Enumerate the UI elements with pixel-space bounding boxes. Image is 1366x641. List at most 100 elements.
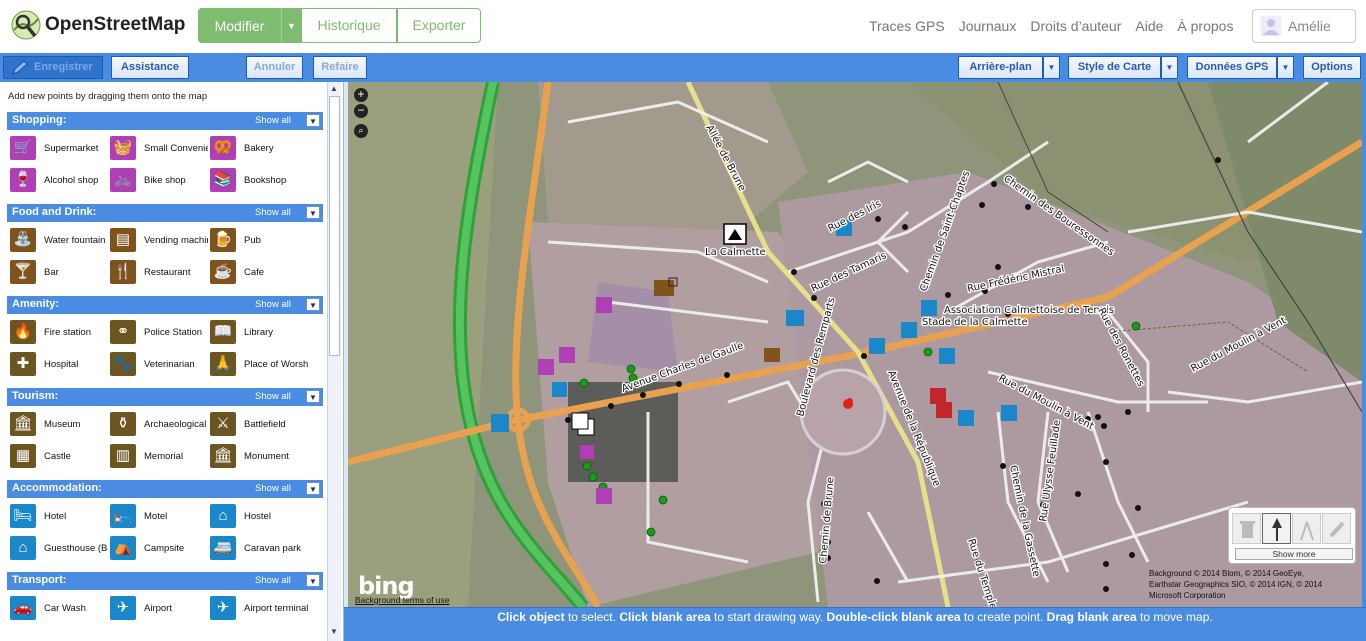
palette-item[interactable]: 🛌 Motel [110,504,210,530]
palette-item[interactable]: ☕ Cafe [210,260,310,286]
palette-item-label: Supermarket [44,143,99,154]
collapse-toggle-icon[interactable]: ▼ [306,390,320,403]
gps-data-button[interactable]: Données GPS [1187,56,1277,79]
palette-item[interactable]: ⚔ Battlefield [210,412,310,438]
palette-item[interactable]: ▥ Memorial [110,444,210,470]
nav-copyright[interactable]: Droits d’auteur [1030,18,1121,34]
collapse-toggle-icon[interactable]: ▼ [306,206,320,219]
palette-item[interactable]: 🍸 Bar [10,260,110,286]
palette-item[interactable]: 🍴 Restaurant [110,260,210,286]
export-button[interactable]: Exporter [397,8,481,43]
fountain-icon: ⛲ [10,228,36,252]
gps-compass-icon[interactable] [1292,513,1321,544]
palette-item[interactable]: 🚐 Caravan park [210,536,310,562]
nav-gps-traces[interactable]: Traces GPS [869,18,945,34]
palette-item-label: Place of Worship [244,359,308,370]
palette-item[interactable]: 🛒 Supermarket [10,136,110,162]
scroll-up-arrow-icon[interactable]: ▲ [330,84,338,93]
palette-item[interactable]: 🙏 Place of Worship [210,352,310,378]
palette-item[interactable]: 🛏 Hotel [10,504,110,530]
palette-item[interactable]: ▦ Castle [10,444,110,470]
palette-item[interactable]: ⌂ Hostel [210,504,310,530]
background-button[interactable]: Arrière-plan [958,56,1043,79]
map-style-caret-icon[interactable]: ▼ [1161,56,1178,79]
nav-diaries[interactable]: Journaux [959,18,1017,34]
palette-item[interactable]: 🚗 Car Wash [10,596,110,622]
show-more-button[interactable]: Show more [1235,548,1353,560]
scroll-thumb[interactable] [329,96,340,356]
palette-item[interactable]: 🚲 Bike shop [110,168,210,194]
handcuffs-icon: ⚭ [110,320,136,344]
edit-button[interactable]: Modifier [198,8,281,43]
zoom-search-icon[interactable]: ⌕ [354,124,368,138]
history-button[interactable]: Historique [302,8,397,43]
imagery-attribution: Background © 2014 Blom, © 2014 GeoEye, E… [1149,569,1323,600]
show-all-link[interactable]: Show all [255,483,291,494]
map-label-tennis-association: Association Calmettoise de Tennis [944,305,1114,316]
palette-item[interactable]: ⛲ Water fountain [10,228,110,254]
aerial-map[interactable]: Allée de Brune Rue des Iris Rue des Tama… [348,82,1362,607]
palette-item-label: Alcohol shop [44,175,99,186]
palette-item[interactable]: ✈ Airport [110,596,210,622]
palette-item-label: Pub [244,235,261,246]
edit-dropdown-caret-icon[interactable]: ▼ [281,8,302,43]
link-chain-icon[interactable] [1322,513,1351,544]
palette-item[interactable]: 🍺 Pub [210,228,310,254]
palette-item[interactable]: 🏛 Museum [10,412,110,438]
palette-item[interactable]: 🍷 Alcohol shop [10,168,110,194]
palette-item[interactable]: 📖 Library [210,320,310,346]
palette-item[interactable]: 🧺 Small Convenience [110,136,210,162]
palette-item-label: Hospital [44,359,79,370]
redo-button[interactable]: Refaire [313,56,367,79]
background-caret-icon[interactable]: ▼ [1043,56,1060,79]
undo-button[interactable]: Annuler [246,56,303,79]
osm-logo-icon[interactable] [11,10,41,40]
palette-item-label: Cafe [244,267,265,278]
zoom-out-button[interactable]: − [354,104,368,118]
background-terms-link[interactable]: Background terms of use [355,595,450,605]
palette-item[interactable]: 📚 Bookshop [210,168,310,194]
palette-item[interactable]: 🐾 Veterinarian [110,352,210,378]
collapse-toggle-icon[interactable]: ▼ [306,482,320,495]
show-all-link[interactable]: Show all [255,391,291,402]
palette-item[interactable]: 🔥 Fire station [10,320,110,346]
category-header: Transport: Show all ▼ [7,572,323,590]
save-button[interactable]: Enregistrer [3,56,103,79]
palette-item[interactable]: ⚱ Archaeological site [110,412,210,438]
nav-about[interactable]: À propos [1177,18,1233,34]
gps-data-caret-icon[interactable]: ▼ [1277,56,1294,79]
map-canvas[interactable]: Allée de Brune Rue des Iris Rue des Tama… [348,82,1362,607]
palette-item-label: Hostel [244,511,271,522]
palette-item[interactable]: ⛺ Campsite [110,536,210,562]
sidebar-scrollbar[interactable]: ▲ ▼ [327,82,341,641]
palette-item[interactable]: 🏛 Monument [210,444,310,470]
delete-trash-icon[interactable] [1232,513,1261,544]
collapse-toggle-icon[interactable]: ▼ [306,114,320,127]
collapse-toggle-icon[interactable]: ▼ [306,298,320,311]
assistance-button[interactable]: Assistance [111,56,189,79]
user-menu-button[interactable]: Amélie [1252,9,1356,43]
palette-item-label: Small Convenience [144,143,208,154]
show-all-link[interactable]: Show all [255,575,291,586]
palette-item-label: Airport terminal [244,603,308,614]
palette-item[interactable]: 🥨 Bakery [210,136,310,162]
category-title: Shopping: [12,114,67,126]
palette-item[interactable]: ✈ Airport terminal [210,596,310,622]
scroll-down-arrow-icon[interactable]: ▼ [330,627,338,636]
zoom-in-button[interactable]: + [354,88,368,102]
map-style-button[interactable]: Style de Carte [1068,56,1161,79]
palette-item[interactable]: ⌂ Guesthouse (B&B) [10,536,110,562]
palette-item[interactable]: ✚ Hospital [10,352,110,378]
show-all-link[interactable]: Show all [255,299,291,310]
show-all-link[interactable]: Show all [255,115,291,126]
palette-item[interactable]: ⚭ Police Station [110,320,210,346]
nav-help[interactable]: Aide [1135,18,1163,34]
site-title[interactable]: OpenStreetMap [45,14,185,36]
palette-item[interactable]: ▤ Vending machine [110,228,210,254]
show-all-link[interactable]: Show all [255,207,291,218]
reverse-way-arrow-icon[interactable] [1262,513,1291,544]
pint-icon: 🍺 [210,228,236,252]
collapse-toggle-icon[interactable]: ▼ [306,574,320,587]
options-button[interactable]: Options [1303,56,1361,79]
tent-icon: ⛺ [110,536,136,560]
